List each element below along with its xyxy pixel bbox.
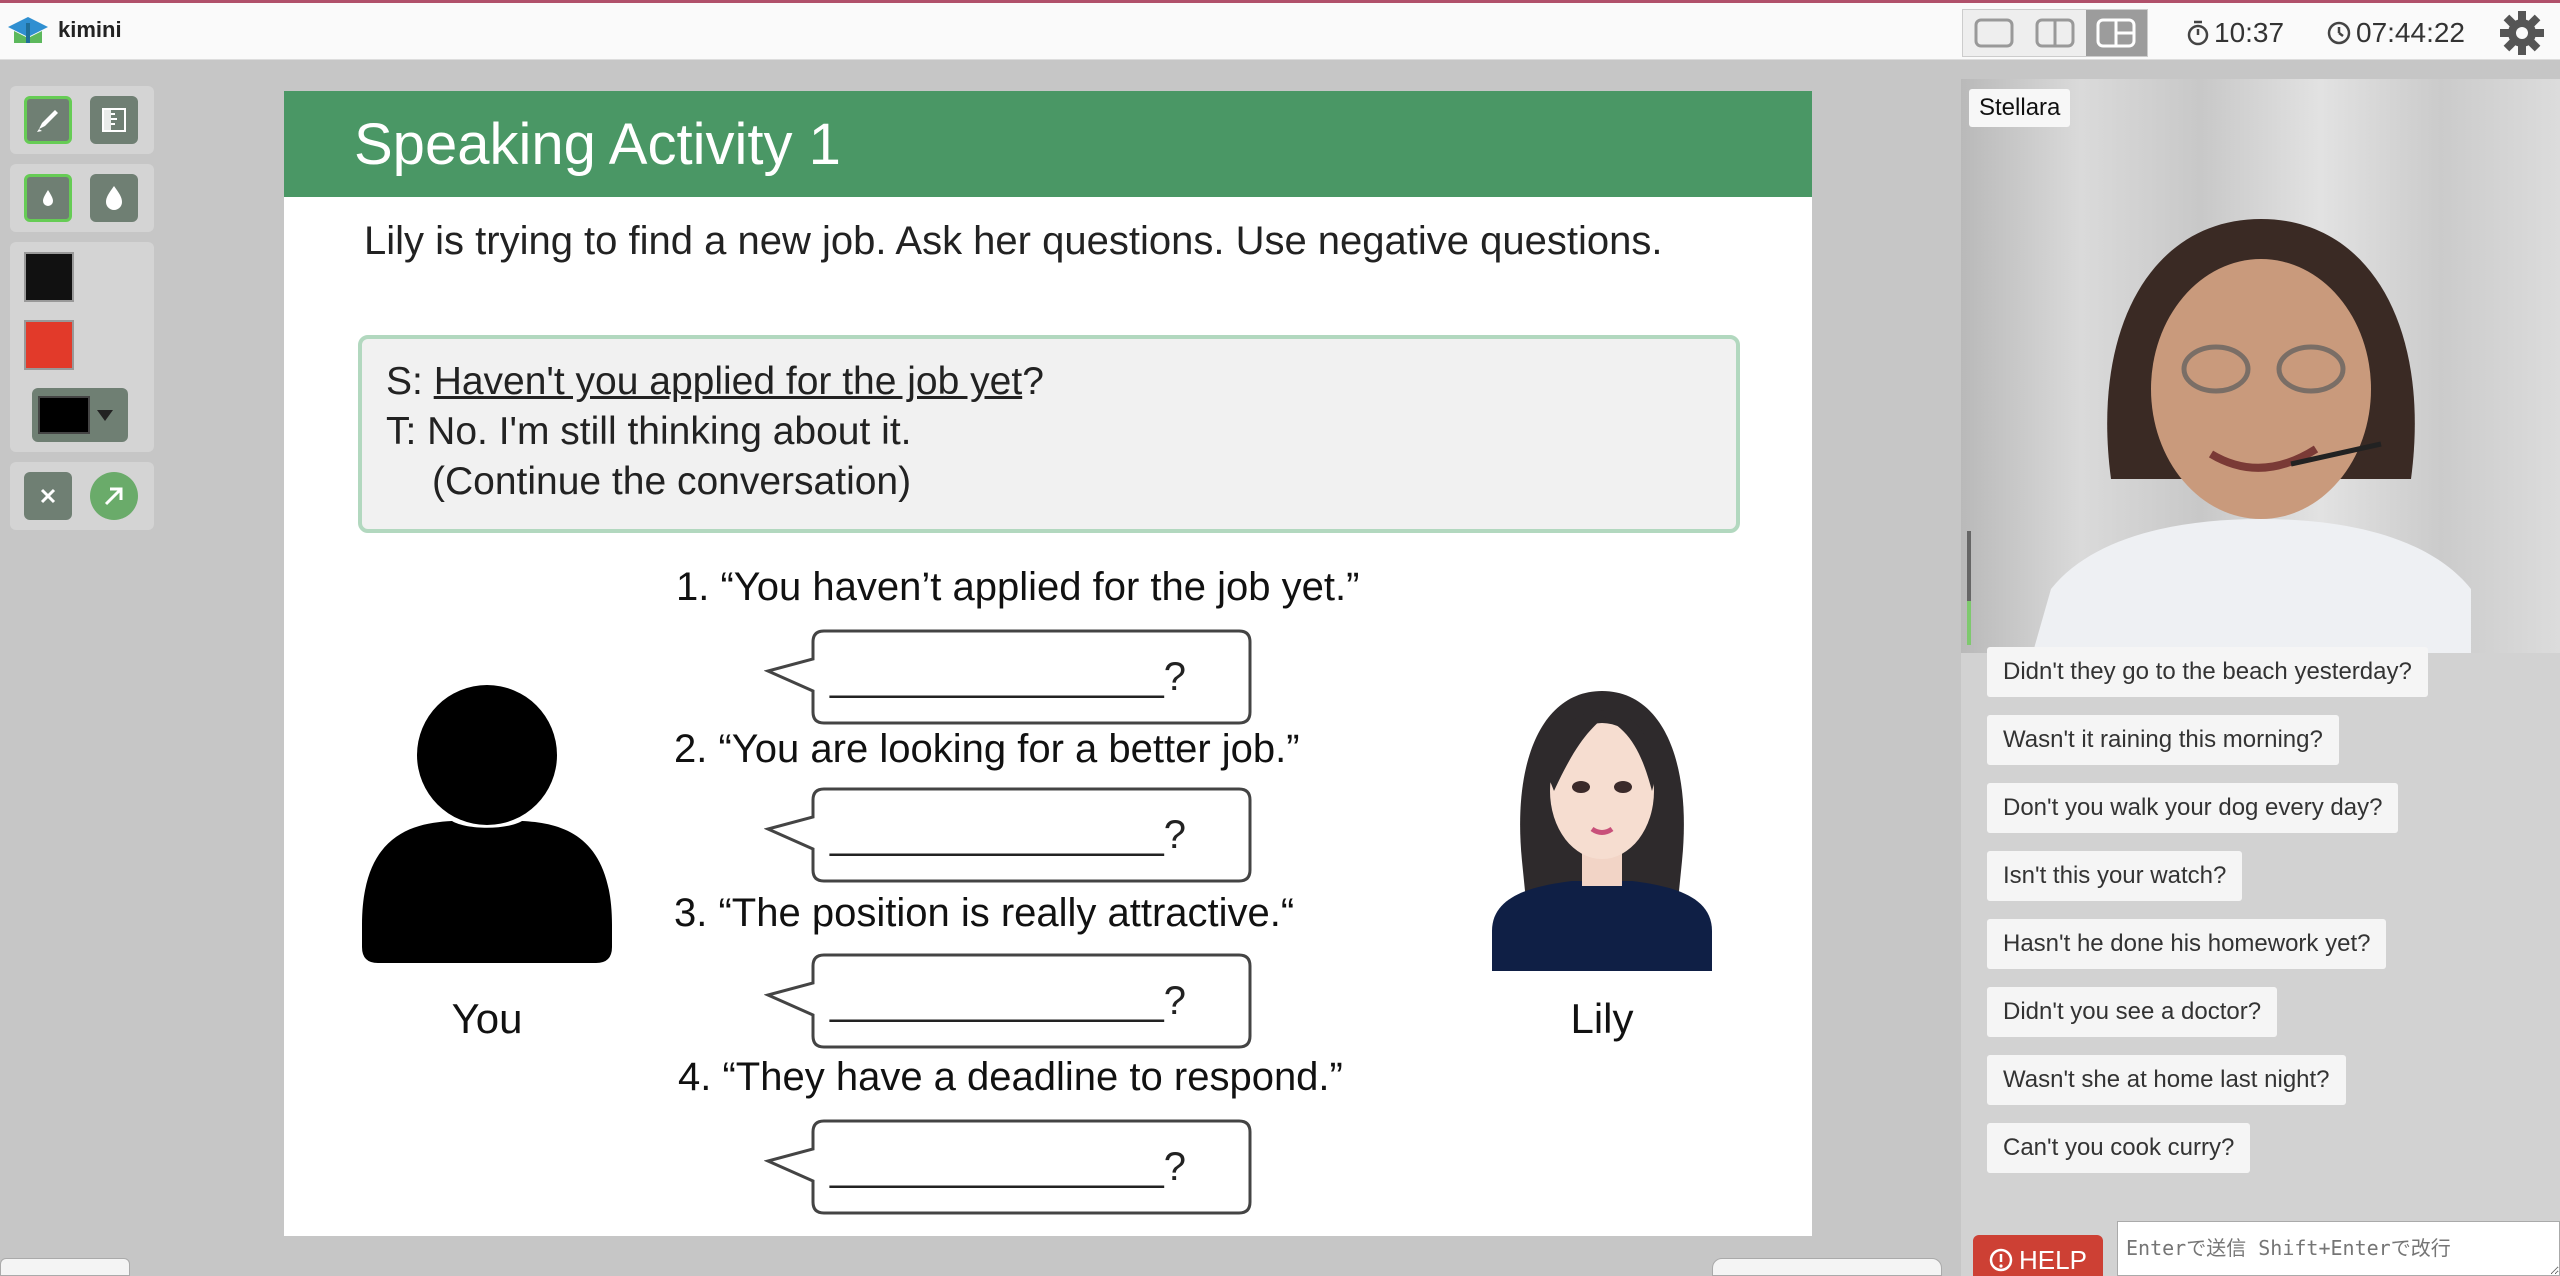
red-color-swatch[interactable]: [24, 320, 74, 370]
layout-single-button[interactable]: [1963, 10, 2024, 56]
example-s-question: Haven't you applied for the job yet: [433, 360, 1023, 403]
answer-blank-1: _______________?: [830, 655, 1186, 699]
answer-bubble-1[interactable]: _______________?: [764, 629, 1254, 725]
you-silhouette-icon: [362, 685, 612, 963]
ruler-icon: [102, 108, 126, 132]
selected-color-preview: [38, 396, 90, 434]
app-logo: kimini: [6, 13, 122, 47]
chat-message[interactable]: Didn't they go to the beach yesterday?: [1987, 647, 2428, 697]
chat-input[interactable]: [2117, 1221, 2560, 1276]
question-3: 3. “The position is really attractive.“: [674, 891, 1295, 935]
example-student-line: S: Haven't you applied for the job yet?: [386, 357, 1712, 407]
volume-indicator: [1967, 531, 1971, 601]
chevron-down-icon: [97, 410, 113, 421]
answer-bubble-2[interactable]: _______________?: [764, 787, 1254, 883]
tool-group-actions: [10, 462, 154, 530]
app-name: kimini: [58, 17, 122, 42]
example-continue-note: (Continue the conversation): [432, 460, 912, 503]
pen-tool-button[interactable]: [24, 96, 72, 144]
clock-time: 07:44:22: [2356, 17, 2465, 48]
thin-stroke-button[interactable]: [24, 174, 72, 222]
volume-level: [1967, 601, 1971, 645]
chat-message[interactable]: Hasn't he done his homework yet?: [1987, 919, 2387, 969]
clear-button[interactable]: [24, 472, 72, 520]
participant-name: Stellara: [1969, 89, 2071, 127]
color-picker-dropdown[interactable]: [32, 388, 128, 442]
elapsed-time: 10:37: [2214, 17, 2285, 48]
teacher-image: [2032, 219, 2471, 653]
chat-messages: Didn't they go to the beach yesterday? W…: [1987, 647, 2547, 1191]
gear-icon: [2500, 11, 2544, 55]
split-pane-icon: [2035, 18, 2075, 48]
slide-header: Speaking Activity 1: [284, 91, 1812, 197]
clock: 07:44:22: [2326, 17, 2465, 49]
teacher-video: Stellara: [1961, 79, 2560, 653]
bottom-tab-right[interactable]: [1712, 1258, 1942, 1276]
small-drop-icon: [43, 190, 53, 206]
tool-group-width: [10, 164, 154, 232]
top-bar: kimini 10:37 07:44:22: [0, 0, 2560, 60]
chat-message[interactable]: Wasn't she at home last night?: [1987, 1055, 2346, 1105]
slide-title: Speaking Activity 1: [354, 111, 841, 177]
slide-instruction: Lily is trying to find a new job. Ask he…: [364, 219, 1663, 263]
lily-avatar-icon: [1492, 691, 1712, 971]
thick-stroke-button[interactable]: [90, 174, 138, 222]
example-dialogue: S: Haven't you applied for the job yet? …: [358, 335, 1740, 533]
layout-video-button[interactable]: [2085, 10, 2147, 56]
layout-split-button[interactable]: [2024, 10, 2085, 56]
clear-icon: [40, 488, 56, 504]
chat-message[interactable]: Can't you cook curry?: [1987, 1123, 2251, 1173]
chat-message[interactable]: Wasn't it raining this morning?: [1987, 715, 2339, 765]
settings-button[interactable]: [2498, 9, 2546, 62]
answer-blank-4: _______________?: [830, 1145, 1186, 1189]
lesson-slide[interactable]: Speaking Activity 1 Lily is trying to fi…: [284, 91, 1812, 1236]
tool-group-draw: [10, 86, 154, 154]
chat-message[interactable]: Don't you walk your dog every day?: [1987, 783, 2399, 833]
question-2: 2. “You are looking for a better job.”: [674, 727, 1300, 771]
single-pane-icon: [1974, 18, 2014, 48]
elapsed-timer: 10:37: [2186, 17, 2284, 49]
example-s-suffix: ?: [1022, 360, 1044, 403]
black-color-swatch[interactable]: [24, 252, 74, 302]
example-teacher-line: T: No. I'm still thinking about it.: [386, 410, 912, 453]
answer-bubble-4[interactable]: _______________?: [764, 1119, 1254, 1215]
answer-blank-2: _______________?: [830, 813, 1186, 857]
pointer-arrow-icon: [104, 487, 123, 506]
question-1: 1. “You haven’t applied for the job yet.…: [676, 565, 1360, 609]
large-drop-icon: [106, 186, 122, 210]
pen-icon: [37, 110, 58, 132]
example-s-prefix: S:: [386, 360, 434, 403]
ruler-tool-button[interactable]: [90, 96, 138, 144]
answer-bubble-3[interactable]: _______________?: [764, 953, 1254, 1049]
tool-group-color: [10, 242, 154, 452]
chat-message[interactable]: Isn't this your watch?: [1987, 851, 2243, 901]
drawing-toolbar: [10, 86, 154, 540]
lily-label: Lily: [1570, 995, 1634, 1042]
pointer-button[interactable]: [90, 472, 138, 520]
help-button[interactable]: HELP: [1973, 1235, 2103, 1276]
clock-icon: [2327, 21, 2351, 45]
layout-switcher: [1962, 9, 2148, 57]
you-label: You: [451, 995, 523, 1042]
chat-message[interactable]: Didn't you see a doctor?: [1987, 987, 2278, 1037]
help-icon: [1989, 1248, 2013, 1272]
help-label: HELP: [2019, 1244, 2087, 1275]
right-panel: Stellara Didn't they go to the beach yes…: [1961, 79, 2560, 1276]
timer-icon: [2187, 20, 2209, 46]
answer-blank-3: _______________?: [830, 979, 1186, 1023]
bottom-tab-left[interactable]: [0, 1258, 130, 1276]
logo-icon: [8, 17, 48, 43]
video-layout-icon: [2096, 18, 2136, 48]
question-4: 4. “They have a deadline to respond.”: [678, 1055, 1343, 1099]
